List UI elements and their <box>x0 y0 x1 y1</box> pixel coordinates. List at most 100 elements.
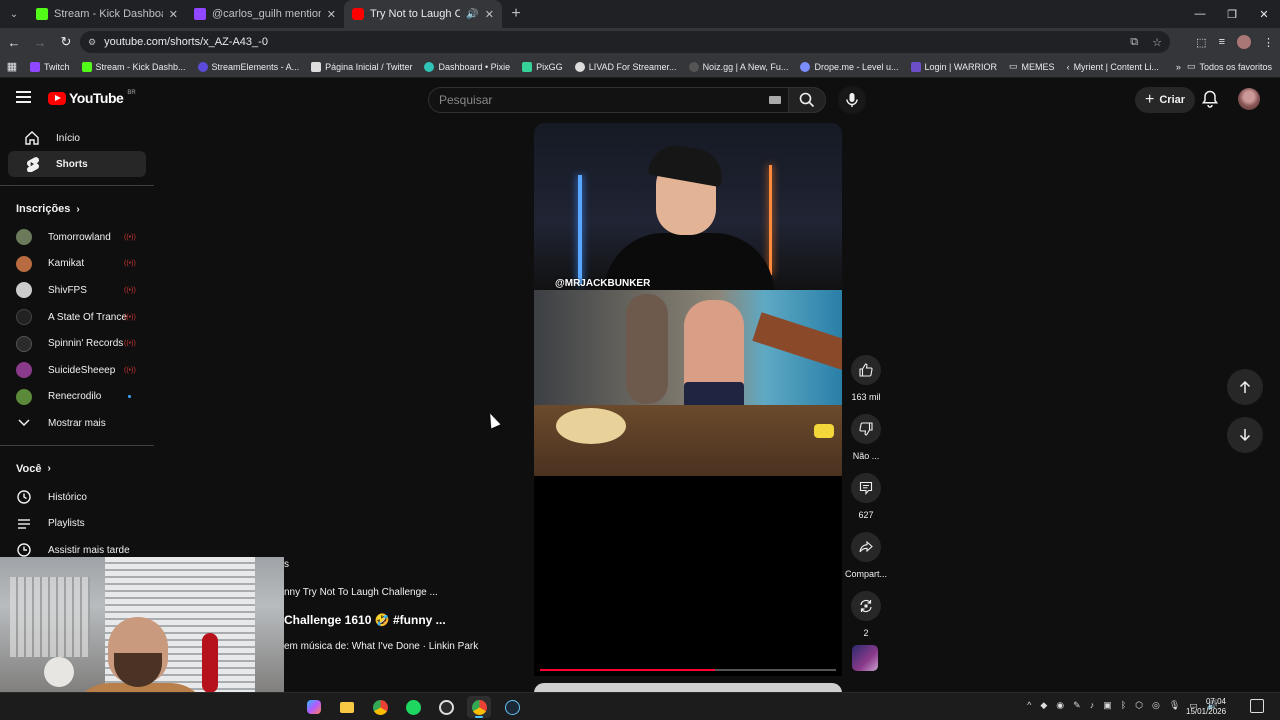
spotify-icon[interactable] <box>401 696 425 718</box>
tray-app-icon[interactable]: ◆ <box>1040 700 1047 711</box>
copilot-icon[interactable] <box>302 696 326 718</box>
tab-search-icon[interactable]: ⌄ <box>0 0 28 28</box>
bookmark-item[interactable]: StreamElements - A... <box>192 61 306 72</box>
tray-app-icon[interactable]: ▣ <box>1103 700 1112 711</box>
short-video-player[interactable]: @MRJACKBUNKER <box>534 123 842 676</box>
close-window-icon[interactable]: ✕ <box>1248 0 1280 28</box>
show-more-button[interactable]: Mostrar mais <box>0 410 154 437</box>
sidebar-item-home[interactable]: Início <box>8 125 146 151</box>
previous-short-button[interactable] <box>1227 369 1263 405</box>
share-action[interactable]: Compart... <box>844 532 888 579</box>
dislike-button[interactable] <box>851 414 881 444</box>
minimize-icon[interactable]: — <box>1184 0 1216 28</box>
notification-center-icon[interactable] <box>1250 699 1264 713</box>
close-tab-icon[interactable]: ✕ <box>485 8 494 21</box>
bookmark-item[interactable]: Página Inicial / Twitter <box>305 61 418 72</box>
back-icon[interactable]: ← <box>2 30 26 54</box>
bookmark-item[interactable]: Twitch <box>24 61 76 72</box>
tray-app-icon[interactable]: ✎ <box>1073 700 1081 711</box>
comments-action[interactable]: 627 <box>844 473 888 520</box>
all-bookmarks-folder[interactable]: ▭ Todos os favoritos <box>1187 61 1272 72</box>
create-button[interactable]: + Criar <box>1135 87 1196 113</box>
like-button[interactable] <box>851 355 881 385</box>
tab-kick-dashboard[interactable]: Stream - Kick Dashboard ✕ <box>28 0 186 28</box>
tray-app-icon[interactable]: ◉ <box>1056 700 1064 711</box>
restore-icon[interactable]: ❐ <box>1216 0 1248 28</box>
subscription-item[interactable]: Tomorrowland ((•)) <box>0 224 154 251</box>
taskbar-clock[interactable]: 07:04 15/01/2026 <box>1186 697 1226 717</box>
youtube-logo[interactable]: YouTube BR <box>48 90 136 106</box>
bookmark-item[interactable]: ‹ Myrient | Content Li... <box>1061 62 1165 72</box>
subscription-item[interactable]: Kamikat ((•)) <box>0 251 154 278</box>
apps-grid-icon[interactable]: ▦ <box>0 60 24 73</box>
chrome-active-icon[interactable] <box>467 696 491 718</box>
video-progress-bar[interactable] <box>540 669 836 671</box>
steam-icon[interactable] <box>500 696 524 718</box>
account-avatar[interactable] <box>1238 88 1260 110</box>
obs-icon[interactable] <box>434 696 458 718</box>
chrome-icon[interactable] <box>368 696 392 718</box>
cast-icon[interactable]: ⧉ <box>1130 36 1138 49</box>
you-header[interactable]: Você › <box>0 454 154 484</box>
new-tab-button[interactable]: + <box>502 5 530 23</box>
sound-thumbnail[interactable] <box>852 645 878 671</box>
tab-twitch-mention[interactable]: @carlos_guilh mentioned y ✕ <box>186 0 344 28</box>
dislike-action[interactable]: Não ... <box>844 414 888 461</box>
subscription-item[interactable]: ShivFPS ((•)) <box>0 277 154 304</box>
bookmark-item[interactable]: Drope.me - Level u... <box>794 61 904 72</box>
tray-app-icon[interactable]: ⬡ <box>1135 700 1143 711</box>
tray-app-icon[interactable]: ♪ <box>1090 700 1095 711</box>
bookmark-item[interactable]: Dashboard • Pixie <box>418 61 516 72</box>
sidebar-item-playlists[interactable]: Playlists <box>0 510 154 537</box>
keyboard-icon[interactable] <box>769 96 781 104</box>
bookmark-item[interactable]: Login | WARRIOR <box>905 61 1004 72</box>
file-explorer-icon[interactable] <box>335 696 359 718</box>
bookmark-item[interactable]: Stream - Kick Dashb... <box>76 61 192 72</box>
bookmark-item[interactable]: LIVAD For Streamer... <box>569 61 683 72</box>
chevron-right-icon: › <box>47 463 51 475</box>
short-description[interactable]: nny Try Not To Laugh Challenge ... <box>284 587 438 598</box>
subscriptions-header[interactable]: Inscrições › <box>0 194 154 224</box>
remix-action[interactable]: 2 <box>844 591 888 638</box>
profile-avatar[interactable] <box>1237 35 1251 49</box>
search-button[interactable] <box>788 87 826 113</box>
media-controls-icon[interactable]: ≡ <box>1219 36 1225 48</box>
subscription-item[interactable]: A State Of Trance ((•)) <box>0 304 154 331</box>
subscription-item[interactable]: SuicideSheeep ((•)) <box>0 357 154 384</box>
close-tab-icon[interactable]: ✕ <box>169 8 178 21</box>
voice-search-button[interactable] <box>838 86 866 114</box>
sidebar-item-history[interactable]: Histórico <box>0 484 154 511</box>
forward-icon[interactable]: → <box>28 30 52 54</box>
comments-button[interactable] <box>851 473 881 503</box>
subscription-item[interactable]: Renecrodilo <box>0 384 154 411</box>
bookmark-star-icon[interactable]: ☆ <box>1152 36 1162 49</box>
close-tab-icon[interactable]: ✕ <box>327 8 336 21</box>
tab-youtube-short[interactable]: Try Not to Laugh Challenge 🔊 ✕ <box>344 0 502 28</box>
browser-menu-icon[interactable]: ⋮ <box>1263 36 1274 49</box>
notifications-bell-icon[interactable] <box>1200 89 1220 109</box>
speaker-icon[interactable]: 🔊 <box>466 9 478 20</box>
microphone-tray-icon[interactable]: 🎙 <box>1169 700 1180 711</box>
music-credit[interactable]: em música de: What I've Done · Linkin Pa… <box>284 641 478 652</box>
url-field[interactable]: ⚙ youtube.com/shorts/x_AZ-A43_-0 ⧉ ☆ <box>80 31 1170 53</box>
bookmark-item[interactable]: PixGG <box>516 61 569 72</box>
short-title[interactable]: Challenge 1610 🤣 #funny ... <box>284 613 446 627</box>
more-bookmarks-icon[interactable]: » <box>1176 62 1181 72</box>
bookmark-item[interactable]: Noiz.gg | A New, Fu... <box>683 61 795 72</box>
reload-icon[interactable]: ↻ <box>54 30 78 54</box>
remix-button[interactable] <box>851 591 881 621</box>
bookmark-folder[interactable]: ▭ MEMES <box>1003 61 1061 72</box>
subscription-item[interactable]: Spinnin' Records ((•)) <box>0 330 154 357</box>
sidebar-item-shorts[interactable]: Shorts <box>8 151 146 177</box>
guide-menu-icon[interactable] <box>16 91 31 103</box>
search-input[interactable]: Pesquisar <box>428 87 790 113</box>
site-info-icon[interactable]: ⚙ <box>88 37 96 48</box>
next-short-button[interactable] <box>1227 417 1263 453</box>
show-hidden-icons-icon[interactable]: ^ <box>1027 700 1031 711</box>
extensions-icon[interactable]: ⬚ <box>1196 36 1206 49</box>
share-button[interactable] <box>851 532 881 562</box>
like-action[interactable]: 163 mil <box>844 355 888 402</box>
tray-app-icon[interactable]: ◎ <box>1152 700 1160 711</box>
bluetooth-icon[interactable]: ᛒ <box>1121 700 1126 711</box>
channel-name-fragment[interactable]: s <box>284 559 289 570</box>
